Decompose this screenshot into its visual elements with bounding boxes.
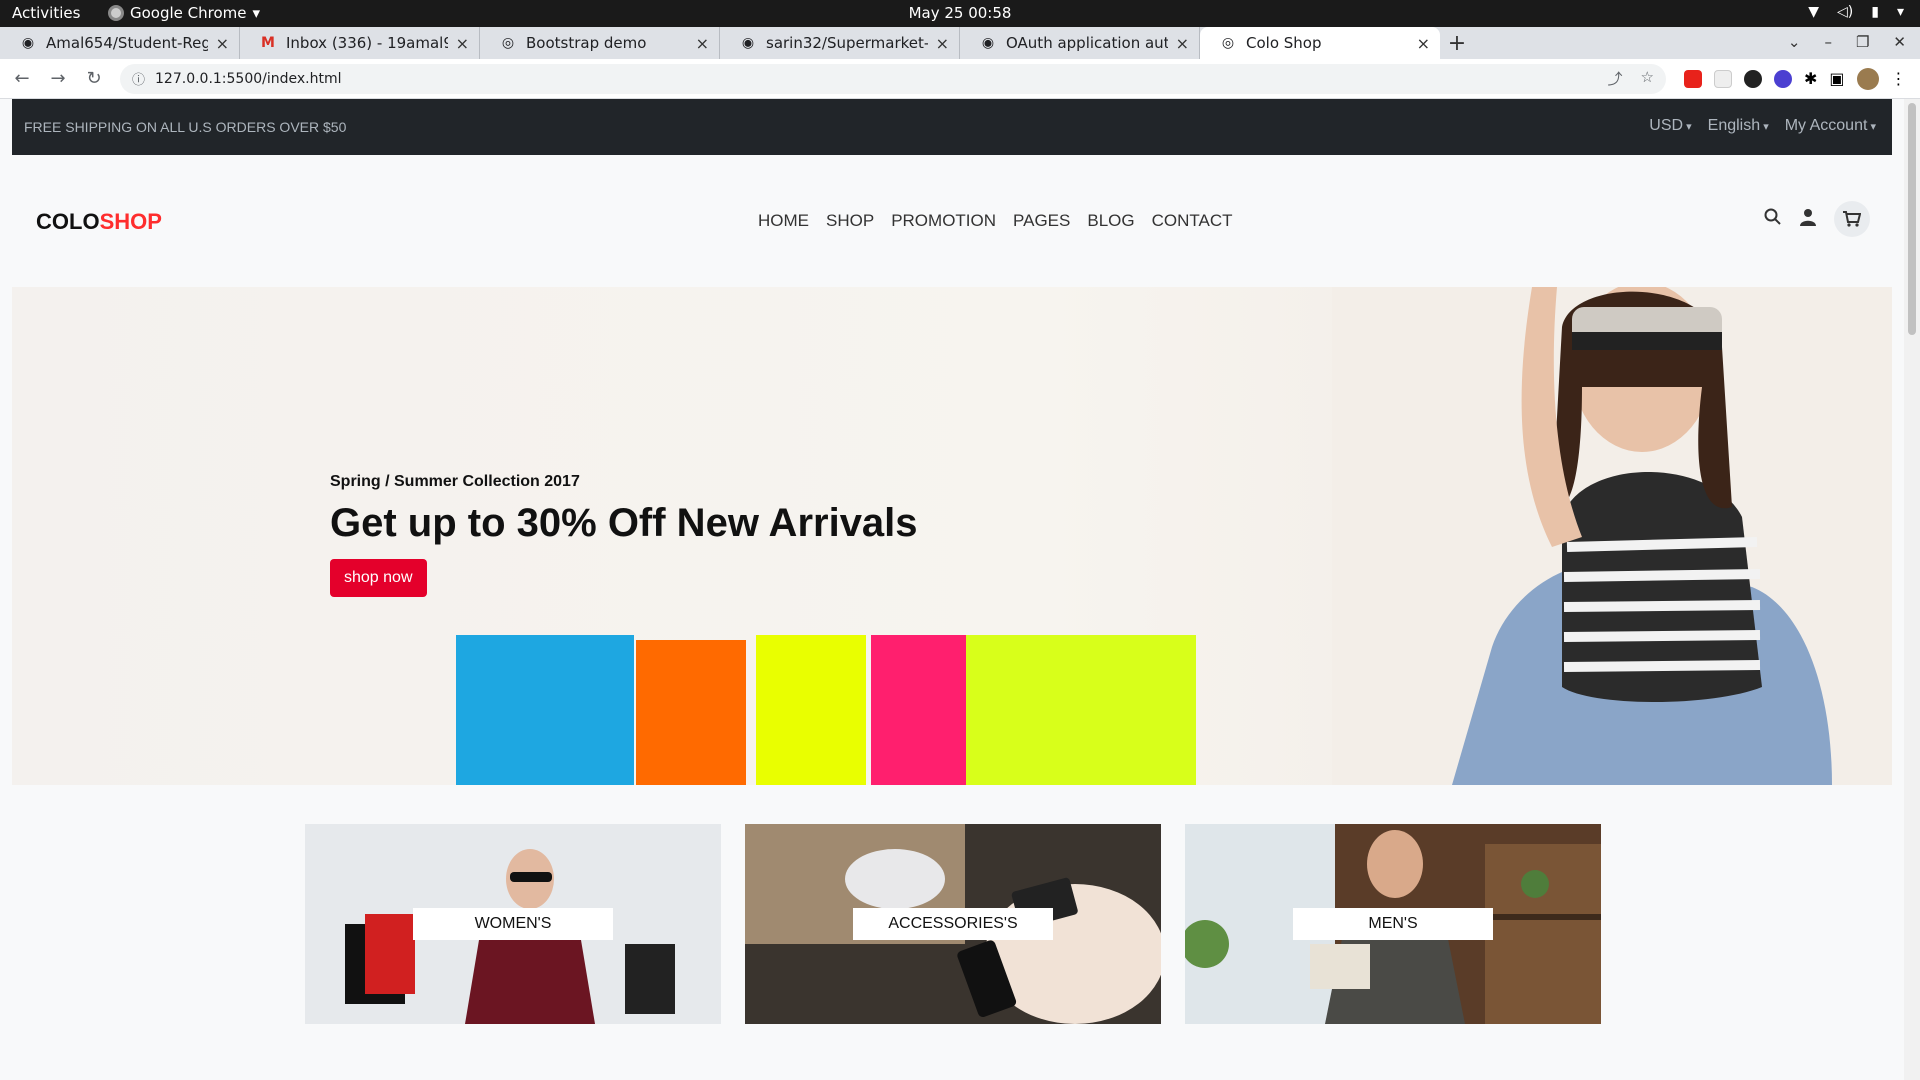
os-top-bar: Activities Google Chrome ▾ May 25 00:58 … [0, 0, 1920, 27]
close-icon[interactable]: × [696, 34, 709, 53]
scroll-thumb[interactable] [1908, 103, 1916, 335]
close-icon[interactable]: × [216, 34, 229, 53]
shop-now-button[interactable]: shop now [330, 559, 427, 597]
main-navbar: COLOSHOP HOME SHOP PROMOTION PAGES BLOG … [12, 155, 1892, 285]
currency-dropdown[interactable]: USD [1649, 117, 1691, 135]
close-icon[interactable]: × [1176, 34, 1189, 53]
bookmark-star-icon[interactable]: ☆ [1641, 68, 1654, 89]
logo-shop: SHOP [99, 209, 162, 234]
nav-pages[interactable]: PAGES [1013, 211, 1070, 231]
nav-contact[interactable]: CONTACT [1152, 211, 1233, 231]
main-menu: HOME SHOP PROMOTION PAGES BLOG CONTACT [758, 211, 1233, 231]
browser-tab[interactable]: M Inbox (336) - 19amal99@g × [240, 27, 480, 59]
shopping-bags-image [456, 635, 1196, 785]
extension-blank-icon[interactable] [1714, 69, 1732, 88]
wifi-icon: ▼ [1808, 4, 1820, 20]
tab-search-icon[interactable]: ⌄ [1788, 33, 1801, 51]
avatar[interactable] [1856, 67, 1879, 90]
forward-icon[interactable]: → [44, 68, 72, 89]
window-controls: ⌄ – ❐ ✕ [1788, 33, 1906, 51]
top-info-bar: FREE SHIPPING ON ALL U.S ORDERS OVER $50… [12, 99, 1892, 155]
nav-home[interactable]: HOME [758, 211, 809, 231]
puzzle-icon[interactable]: ✱ [1804, 69, 1817, 88]
category-label: ACCESSORIES'S [853, 908, 1053, 940]
hero-subtitle: Spring / Summer Collection 2017 [330, 473, 580, 490]
volume-icon: ◁) [1837, 4, 1854, 20]
nav-shop[interactable]: SHOP [826, 211, 874, 231]
category-label: WOMEN'S [413, 908, 613, 940]
gmail-icon: M [261, 35, 275, 51]
user-icon[interactable] [1800, 208, 1816, 231]
address-row: ← → ↻ ⓘ 127.0.0.1:5500/index.html ⤴ ☆ ✱ … [0, 59, 1920, 99]
close-icon[interactable]: × [936, 34, 949, 53]
category-women[interactable]: WOMEN'S [305, 824, 721, 1024]
github-icon: ◉ [741, 35, 755, 51]
page-viewport: FREE SHIPPING ON ALL U.S ORDERS OVER $50… [0, 99, 1904, 1080]
language-dropdown[interactable]: English [1708, 117, 1769, 135]
restore-icon[interactable]: ❐ [1856, 33, 1869, 51]
battery-icon: ▮ [1871, 4, 1879, 20]
shipping-notice: FREE SHIPPING ON ALL U.S ORDERS OVER $50 [24, 119, 347, 135]
chrome-icon [108, 5, 124, 21]
category-label: MEN'S [1293, 908, 1493, 940]
woman-vr-image [1332, 287, 1892, 785]
close-window-icon[interactable]: ✕ [1893, 33, 1906, 51]
browser-tab[interactable]: ◉ sarin32/Supermarket-Inve × [720, 27, 960, 59]
browser-tab-active[interactable]: ◎ Colo Shop × [1200, 27, 1440, 59]
tab-title: sarin32/Supermarket-Inve [766, 34, 928, 52]
nav-promotion[interactable]: PROMOTION [891, 211, 996, 231]
app-menu[interactable]: Google Chrome ▾ [108, 4, 260, 22]
address-bar[interactable]: ⓘ 127.0.0.1:5500/index.html ⤴ ☆ [120, 63, 1666, 94]
tab-title: Bootstrap demo [526, 34, 647, 52]
github-icon: ◉ [21, 35, 35, 51]
minimize-icon[interactable]: – [1824, 33, 1832, 51]
category-accessories[interactable]: ACCESSORIES'S [745, 824, 1161, 1024]
hero-title: Get up to 30% Off New Arrivals [330, 501, 918, 545]
tab-title: OAuth application author [1006, 34, 1168, 52]
category-men[interactable]: MEN'S [1185, 824, 1601, 1024]
nav-blog[interactable]: BLOG [1087, 211, 1134, 231]
extension-blue-icon[interactable] [1774, 69, 1792, 88]
browser-tab[interactable]: ◎ Bootstrap demo × [480, 27, 720, 59]
search-icon[interactable] [1764, 208, 1782, 231]
chevron-down-icon: ▾ [252, 4, 261, 22]
logo-colo: COLO [36, 209, 100, 234]
new-tab-button[interactable]: + [1440, 27, 1474, 59]
reload-icon[interactable]: ↻ [80, 68, 108, 89]
site-logo[interactable]: COLOSHOP [36, 209, 162, 235]
clock[interactable]: May 25 00:58 [909, 4, 1012, 22]
close-icon[interactable]: × [456, 34, 469, 53]
activities-button[interactable]: Activities [12, 4, 80, 22]
account-dropdown[interactable]: My Account [1785, 117, 1876, 135]
github-icon: ◉ [981, 35, 995, 51]
system-tray[interactable]: ▼ ◁) ▮ ▾ [1808, 4, 1904, 20]
extensions-area: ✱ ▣ ⋮ [1684, 67, 1907, 90]
hero-banner: Spring / Summer Collection 2017 Get up t… [12, 287, 1892, 785]
category-banners: WOMEN'S ACCESSORIES'S MEN'S [305, 824, 1601, 1024]
extension-dark-icon[interactable] [1744, 69, 1762, 88]
browser-tab[interactable]: ◉ OAuth application author × [960, 27, 1200, 59]
menu-dots-icon[interactable]: ⋮ [1891, 69, 1907, 88]
share-icon[interactable]: ⤴ [1608, 68, 1623, 89]
globe-icon: ◎ [501, 35, 515, 51]
page-scrollbar[interactable] [1904, 99, 1920, 1080]
extension-red-icon[interactable] [1684, 69, 1702, 88]
back-icon[interactable]: ← [8, 68, 36, 89]
tab-title: Amal654/Student-Registr [46, 34, 208, 52]
tab-title: Colo Shop [1246, 34, 1322, 52]
sidepanel-icon[interactable]: ▣ [1829, 69, 1844, 88]
app-name: Google Chrome [130, 4, 247, 22]
tab-title: Inbox (336) - 19amal99@g [286, 34, 448, 52]
url-text[interactable]: 127.0.0.1:5500/index.html [155, 71, 342, 87]
cart-icon[interactable] [1834, 201, 1870, 237]
browser-tab[interactable]: ◉ Amal654/Student-Registr × [0, 27, 240, 59]
globe-icon: ◎ [1221, 35, 1235, 51]
tab-strip: ◉ Amal654/Student-Registr × M Inbox (336… [0, 27, 1920, 59]
close-icon[interactable]: × [1417, 34, 1430, 53]
chevron-down-icon: ▾ [1896, 4, 1904, 20]
site-info-icon[interactable]: ⓘ [132, 69, 145, 88]
